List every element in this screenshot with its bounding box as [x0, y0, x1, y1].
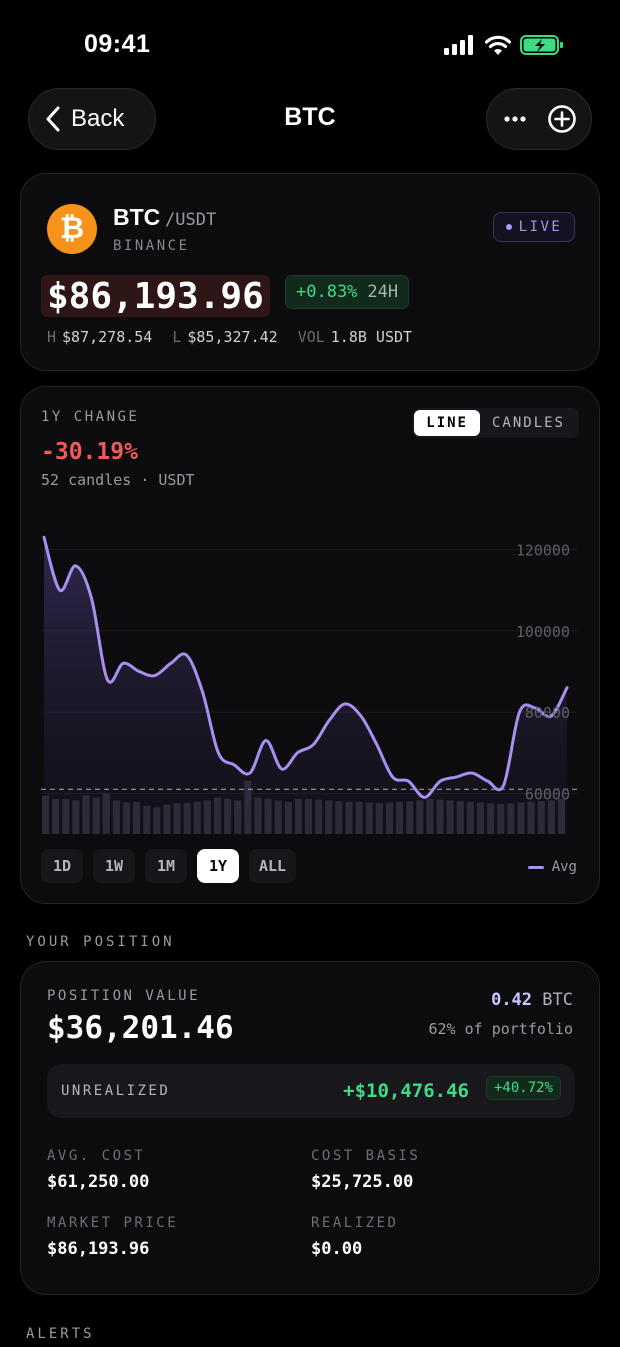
realized-value: $0.00 [311, 1239, 363, 1259]
live-badge: LIVE [493, 212, 575, 242]
ticker-card: ₿ BTC /USDT BINANCE LIVE $86,193.96 +0.8… [20, 173, 600, 371]
change-period-label: 1Y CHANGE [41, 409, 140, 425]
unrealized-pct-badge: +40.72% [485, 1076, 561, 1100]
position-card: POSITION VALUE $36,201.46 0.42 BTC 62% o… [20, 961, 600, 1295]
quantity-value: 0.42 [491, 990, 533, 1010]
avg-cost-label: AVG. COST [47, 1148, 146, 1164]
range-1m[interactable]: 1M [145, 849, 187, 883]
current-price: $86,193.96 [41, 275, 270, 317]
change-badge: +0.83% 24H [285, 275, 410, 309]
position-value: $36,201.46 [47, 1010, 234, 1046]
portfolio-share: 62% of portfolio [428, 1020, 574, 1038]
more-icon[interactable] [503, 115, 527, 123]
chart-mode-toggle: LINE CANDLES [412, 408, 579, 438]
chart-card: 1Y CHANGE -30.19% 52 candles · USDT LINE… [20, 386, 600, 904]
cost-basis-stat: COST BASIS $25,725.00 [311, 1148, 420, 1192]
avg-cost-value: $61,250.00 [47, 1172, 150, 1192]
coin-symbol: BTC [113, 204, 161, 230]
period-change-value: -30.19% [41, 439, 138, 465]
exchange-name: BINANCE [113, 238, 190, 254]
market-price-stat: MARKET PRICE $86,193.96 [47, 1215, 178, 1259]
market-price-label: MARKET PRICE [47, 1215, 179, 1231]
chart-subtitle: 52 candles · USDT [41, 471, 195, 489]
legend-swatch [527, 865, 544, 869]
low-value: $85,327.42 [187, 328, 278, 346]
coin-pair: /USDT [165, 210, 217, 230]
change-period: 24H [367, 282, 399, 302]
volume-label: VOL [297, 328, 325, 346]
range-all[interactable]: ALL [249, 849, 297, 883]
quantity-unit: BTC [542, 990, 573, 1010]
battery-charging-icon [520, 35, 563, 55]
high-label: H [47, 328, 57, 346]
unrealized-value: +$10,476.46 [343, 1080, 469, 1102]
status-time: 09:41 [84, 30, 151, 58]
cost-basis-label: COST BASIS [311, 1148, 421, 1164]
high-low-row: H $87,278.54 L $85,327.42 VOL 1.8B USDT [47, 328, 412, 346]
realized-stat: REALIZED $0.00 [311, 1215, 398, 1259]
actions-pill [486, 88, 592, 150]
tab-candles[interactable]: CANDLES [480, 410, 577, 436]
btc-logo-icon: ₿ [47, 204, 97, 254]
cost-basis-value: $25,725.00 [311, 1172, 414, 1192]
add-circle-icon[interactable] [547, 104, 577, 134]
range-selector: 1D 1W 1M 1Y ALL [41, 849, 297, 883]
market-price-value: $86,193.96 [47, 1239, 150, 1259]
y-tick-label: 100000 [516, 623, 570, 641]
unrealized-label: UNREALIZED [61, 1083, 171, 1099]
range-1d[interactable]: 1D [41, 849, 83, 883]
y-tick-label: 120000 [516, 542, 570, 560]
status-icons [444, 34, 564, 56]
section-your-position: YOUR POSITION [26, 934, 175, 950]
high-value: $87,278.54 [62, 328, 153, 346]
y-tick-label: 60000 [525, 785, 570, 803]
realized-label: REALIZED [311, 1215, 399, 1231]
low-label: L [172, 328, 182, 346]
range-1y[interactable]: 1Y [197, 849, 239, 883]
change-value: +0.83% [296, 282, 358, 302]
section-alerts: ALERTS [26, 1326, 95, 1342]
position-value-label: POSITION VALUE [47, 988, 201, 1004]
avg-cost-stat: AVG. COST $61,250.00 [47, 1148, 149, 1192]
position-quantity: 0.42 BTC [491, 990, 573, 1010]
signal-icon [444, 35, 473, 55]
low-stat: L $85,327.42 [172, 328, 277, 346]
tab-line[interactable]: LINE [414, 410, 480, 436]
price-chart[interactable]: 120000 100000 80000 60000 [21, 507, 599, 837]
wifi-icon [484, 35, 512, 55]
live-label: LIVE [518, 219, 563, 235]
chart-legend: Avg [527, 859, 577, 875]
y-tick-label: 80000 [525, 704, 570, 722]
volume-stat: VOL 1.8B USDT [298, 328, 412, 346]
unrealized-row: UNREALIZED +$10,476.46 +40.72% [47, 1064, 575, 1118]
volume-value: 1.8B USDT [330, 328, 413, 346]
high-stat: H $87,278.54 [47, 328, 152, 346]
range-1w[interactable]: 1W [93, 849, 135, 883]
legend-label: Avg [551, 859, 577, 875]
live-dot-icon [505, 224, 512, 230]
